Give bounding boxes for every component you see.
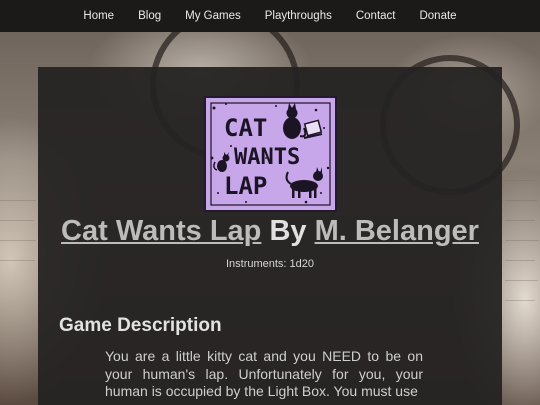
logo-word-lap: LAP xyxy=(224,172,267,200)
logo-word-cat: CAT xyxy=(224,114,267,142)
nav-donate[interactable]: Donate xyxy=(419,0,456,32)
description-heading: Game Description xyxy=(59,315,222,336)
game-logo: CAT WANTS LAP xyxy=(204,96,337,212)
nav-home[interactable]: Home xyxy=(83,0,114,32)
small-cat-icon xyxy=(213,152,230,172)
nav-playthroughs[interactable]: Playthroughs xyxy=(265,0,332,32)
instruments-text: Instruments: 1d20 xyxy=(225,258,315,270)
by-label: By xyxy=(269,215,307,247)
game-title-heading: Cat Wants Lap By M. Belanger xyxy=(38,212,502,250)
author-link[interactable]: M. Belanger xyxy=(315,215,479,247)
logo-word-wants: WANTS xyxy=(234,145,300,170)
walking-cat-icon xyxy=(285,167,323,198)
nav-my-games[interactable]: My Games xyxy=(185,0,241,32)
nav-contact[interactable]: Contact xyxy=(356,0,396,32)
logo-artwork: CAT WANTS LAP xyxy=(210,102,331,206)
nav-blog[interactable]: Blog xyxy=(138,0,161,32)
top-navbar: Home Blog My Games Playthroughs Contact … xyxy=(0,0,540,32)
description-text: You are a little kitty cat and you NEED … xyxy=(105,348,423,399)
game-title-link[interactable]: Cat Wants Lap xyxy=(61,215,261,247)
laptop-icon xyxy=(303,119,323,139)
content-panel: CAT WANTS LAP Cat Wants Lap By M. Belang… xyxy=(38,67,502,405)
sitting-cat-icon xyxy=(283,103,307,139)
